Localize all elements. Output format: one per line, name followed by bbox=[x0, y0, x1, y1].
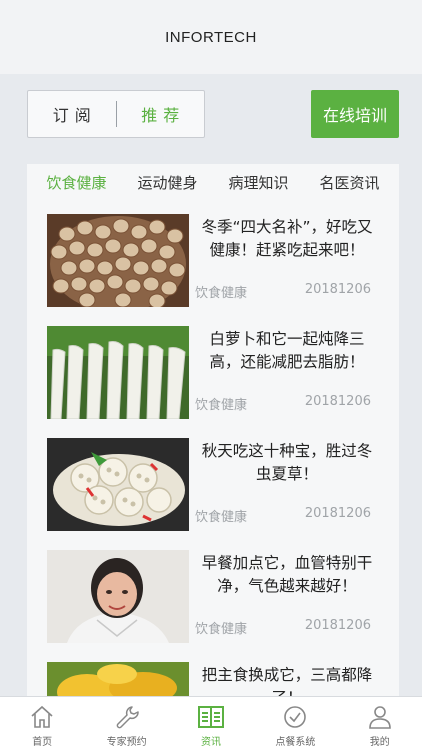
news-category-tag: 饮食健康 bbox=[195, 286, 248, 301]
tab-doctor-news[interactable]: 名医资讯 bbox=[319, 172, 379, 193]
news-category-tag: 饮食健康 bbox=[195, 510, 248, 525]
news-thumbnail-radish bbox=[47, 326, 189, 419]
home-icon bbox=[31, 705, 53, 728]
nav-home[interactable]: 首页 bbox=[0, 697, 84, 748]
news-title: 秋天吃这十种宝，胜过冬虫夏草！ bbox=[201, 442, 373, 483]
feed-switcher: 订阅 推荐 bbox=[27, 90, 205, 138]
subscribe-tab[interactable]: 订阅 bbox=[28, 102, 116, 126]
news-date: 20181206 bbox=[304, 506, 371, 521]
bottom-navigation: 首页 专家预约 资讯 点餐系统 我的 bbox=[0, 696, 422, 750]
nav-label: 资讯 bbox=[200, 737, 221, 748]
person-icon bbox=[368, 706, 391, 729]
news-title: 白萝卜和它一起炖降三高，还能减肥去脂肪！ bbox=[209, 330, 365, 371]
nav-label: 首页 bbox=[32, 737, 53, 748]
news-thumbnail-portrait bbox=[47, 550, 189, 643]
nav-expert-booking[interactable]: 专家预约 bbox=[85, 697, 169, 748]
app-title: INFORTECH bbox=[165, 28, 257, 46]
nav-label: 点餐系统 bbox=[275, 737, 316, 748]
news-thumbnail-corn bbox=[47, 662, 189, 696]
app-screen: INFORTECH 订阅 推荐 在线培训 饮食健康 运动健身 病理知识 名医资讯 bbox=[0, 0, 422, 750]
news-list: 冬季“四大名补”，好吃又健康！赶紧吃起来吧！ 饮食健康 20181206 白萝卜… bbox=[27, 210, 399, 696]
news-thumbnail-chestnuts bbox=[47, 214, 189, 307]
list-item[interactable]: 早餐加点它，血管特别干净，气色越来越好！ 饮食健康 20181206 bbox=[27, 546, 399, 658]
news-title: 把主食换成它，三高都降了！ bbox=[201, 666, 373, 696]
news-title: 冬季“四大名补”，好吃又健康！赶紧吃起来吧！ bbox=[201, 218, 373, 259]
list-item[interactable]: 把主食换成它，三高都降了！ bbox=[27, 658, 399, 696]
news-category-tag: 饮食健康 bbox=[195, 622, 248, 637]
news-panel: 饮食健康 运动健身 病理知识 名医资讯 冬季“四大名补”，好吃又健康！赶紧吃起来… bbox=[27, 164, 399, 696]
category-tabs: 饮食健康 运动健身 病理知识 名医资讯 bbox=[27, 164, 399, 200]
nav-label: 专家预约 bbox=[106, 737, 147, 748]
news-date: 20181206 bbox=[304, 618, 371, 633]
list-item[interactable]: 白萝卜和它一起炖降三高，还能减肥去脂肪！ 饮食健康 20181206 bbox=[27, 322, 399, 434]
nav-profile[interactable]: 我的 bbox=[338, 697, 422, 748]
header-bar: INFORTECH bbox=[0, 0, 422, 74]
tab-fitness[interactable]: 运动健身 bbox=[137, 172, 197, 193]
news-thumbnail-lotus-root bbox=[47, 438, 189, 531]
tab-diet-health[interactable]: 饮食健康 bbox=[46, 172, 106, 193]
news-date: 20181206 bbox=[304, 394, 371, 409]
nav-label: 我的 bbox=[369, 737, 390, 748]
recommend-tab[interactable]: 推荐 bbox=[117, 102, 205, 126]
nav-ordering[interactable]: 点餐系统 bbox=[253, 697, 337, 748]
news-icon bbox=[197, 706, 224, 728]
list-item[interactable]: 秋天吃这十种宝，胜过冬虫夏草！ 饮食健康 20181206 bbox=[27, 434, 399, 546]
wrench-icon bbox=[116, 706, 139, 729]
news-category-tag: 饮食健康 bbox=[195, 398, 248, 413]
nav-news[interactable]: 资讯 bbox=[169, 697, 253, 748]
list-item[interactable]: 冬季“四大名补”，好吃又健康！赶紧吃起来吧！ 饮食健康 20181206 bbox=[27, 210, 399, 322]
tab-pathology[interactable]: 病理知识 bbox=[228, 172, 288, 193]
news-title: 早餐加点它，血管特别干净，气色越来越好！ bbox=[201, 554, 373, 595]
online-training-button[interactable]: 在线培训 bbox=[311, 90, 399, 138]
check-circle-icon bbox=[284, 706, 307, 728]
news-date: 20181206 bbox=[304, 282, 371, 297]
